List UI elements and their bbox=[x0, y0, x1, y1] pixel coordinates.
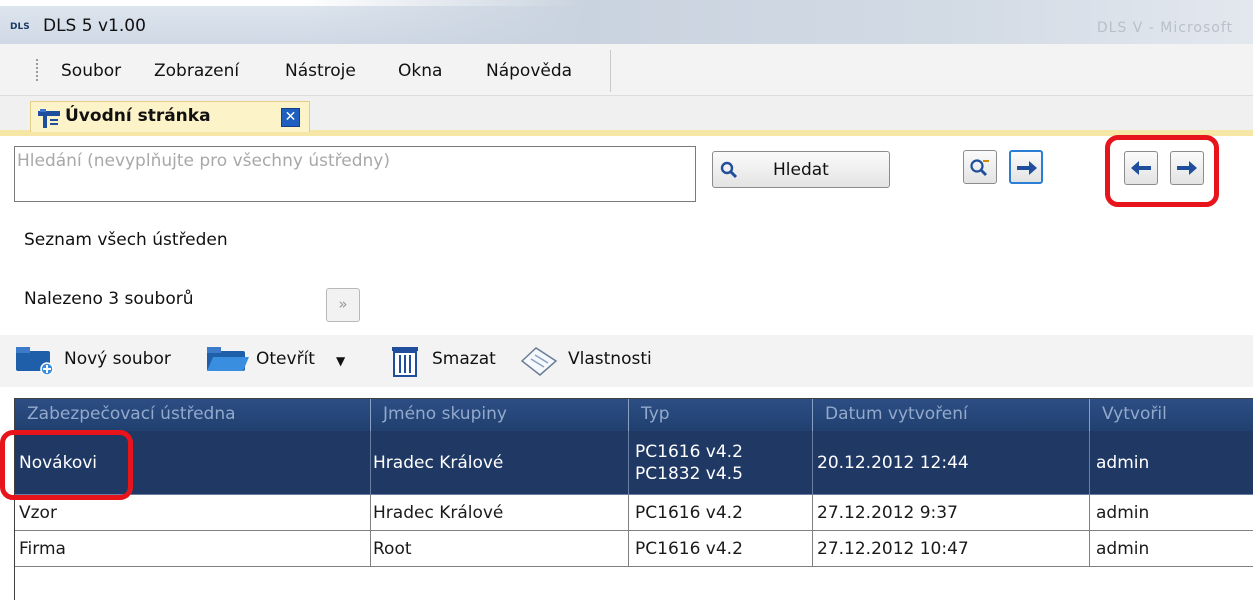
go-button[interactable] bbox=[1009, 150, 1043, 184]
menu-separator bbox=[610, 50, 611, 92]
blurred-background: DLS V - Microsoft bbox=[300, 0, 1253, 44]
dropdown-arrow-icon[interactable]: ▼ bbox=[336, 354, 345, 368]
column-header-panel[interactable]: Zabezpečovací ústředna bbox=[15, 399, 371, 431]
cell-type-line-2: PC1832 v4.5 bbox=[635, 463, 743, 484]
tab-strip: Úvodní stránka ✕ bbox=[0, 96, 1253, 136]
cell-type: PC1616 v4.2 PC1832 v4.5 bbox=[629, 431, 813, 495]
menu-item-nastroje[interactable]: Nástroje bbox=[285, 61, 356, 81]
menu-item-napoveda[interactable]: Nápověda bbox=[486, 61, 572, 81]
cell-panel: Firma bbox=[15, 531, 371, 567]
advanced-search-button[interactable] bbox=[963, 150, 997, 184]
cell-type: PC1616 v4.2 bbox=[629, 495, 813, 531]
menu-item-soubor[interactable]: Soubor bbox=[61, 61, 121, 81]
magnifier-icon bbox=[720, 161, 738, 179]
tab-home[interactable]: Úvodní stránka ✕ bbox=[30, 101, 310, 132]
properties-button[interactable]: Vlastnosti bbox=[568, 349, 652, 369]
file-toolbar: Nový soubor Otevřít ▼ Smazat Vlastnosti bbox=[0, 335, 1253, 387]
column-header-created[interactable]: Datum vytvoření bbox=[813, 399, 1090, 431]
table-row[interactable]: Firma Root PC1616 v4.2 27.12.2012 10:47 … bbox=[15, 531, 1253, 567]
menu-grip bbox=[36, 59, 39, 81]
search-input[interactable] bbox=[14, 146, 696, 202]
title-bar: DLS V - Microsoft DLS DLS 5 v1.00 bbox=[0, 0, 1253, 44]
cell-author: admin bbox=[1090, 495, 1253, 531]
taskbar-hint: DLS V - Microsoft bbox=[1096, 20, 1233, 36]
cell-created: 20.12.2012 12:44 bbox=[813, 431, 1090, 495]
search-button-label: Hledat bbox=[773, 160, 829, 180]
menu-item-zobrazeni[interactable]: Zobrazení bbox=[154, 61, 239, 81]
new-file-icon bbox=[14, 345, 58, 380]
cell-type: PC1616 v4.2 bbox=[629, 531, 813, 567]
highlight-selected-panel bbox=[0, 430, 133, 500]
table-row[interactable]: Vzor Hradec Králové PC1616 v4.2 27.12.20… bbox=[15, 495, 1253, 531]
highlight-navigation-buttons bbox=[1105, 135, 1219, 207]
cell-group: Hradec Králové bbox=[371, 495, 629, 531]
cell-group: Hradec Králové bbox=[371, 431, 629, 495]
table-header: Zabezpečovací ústředna Jméno skupiny Typ… bbox=[15, 399, 1253, 431]
open-button[interactable]: Otevřít bbox=[256, 349, 315, 369]
panel-table: Zabezpečovací ústředna Jméno skupiny Typ… bbox=[14, 398, 1253, 600]
cell-panel: Vzor bbox=[15, 495, 371, 531]
tab-label: Úvodní stránka bbox=[65, 106, 211, 126]
trash-icon bbox=[388, 345, 422, 382]
cell-author: admin bbox=[1090, 531, 1253, 567]
new-file-button[interactable]: Nový soubor bbox=[64, 349, 171, 369]
close-tab-icon[interactable]: ✕ bbox=[281, 108, 300, 127]
app-logo: DLS bbox=[10, 22, 30, 32]
column-header-author[interactable]: Vytvořil bbox=[1090, 399, 1253, 431]
table-row[interactable]: Novákovi Hradec Králové PC1616 v4.2 PC18… bbox=[15, 431, 1253, 495]
double-chevron-icon: » bbox=[338, 295, 348, 313]
arrow-right-icon bbox=[1017, 161, 1037, 175]
cell-type-line-1: PC1616 v4.2 bbox=[635, 441, 743, 462]
search-button[interactable]: Hledat bbox=[712, 151, 890, 188]
cell-author: admin bbox=[1090, 431, 1253, 495]
column-header-group[interactable]: Jméno skupiny bbox=[371, 399, 629, 431]
more-results-button[interactable]: » bbox=[326, 288, 360, 322]
properties-icon bbox=[518, 345, 560, 382]
home-page-icon bbox=[37, 107, 63, 129]
cell-created: 27.12.2012 10:47 bbox=[813, 531, 1090, 567]
found-count: Nalezeno 3 souborů bbox=[24, 289, 194, 309]
cell-group: Root bbox=[371, 531, 629, 567]
column-header-type[interactable]: Typ bbox=[629, 399, 813, 431]
open-folder-icon bbox=[205, 345, 251, 380]
list-title: Seznam všech ústředen bbox=[24, 230, 228, 250]
menu-bar: Soubor Zobrazení Nástroje Okna Nápověda bbox=[0, 44, 1253, 96]
menu-item-okna[interactable]: Okna bbox=[398, 61, 442, 81]
delete-button[interactable]: Smazat bbox=[432, 349, 496, 369]
cell-created: 27.12.2012 9:37 bbox=[813, 495, 1090, 531]
window-title: DLS 5 v1.00 bbox=[43, 16, 146, 36]
search-settings-icon bbox=[970, 159, 989, 176]
